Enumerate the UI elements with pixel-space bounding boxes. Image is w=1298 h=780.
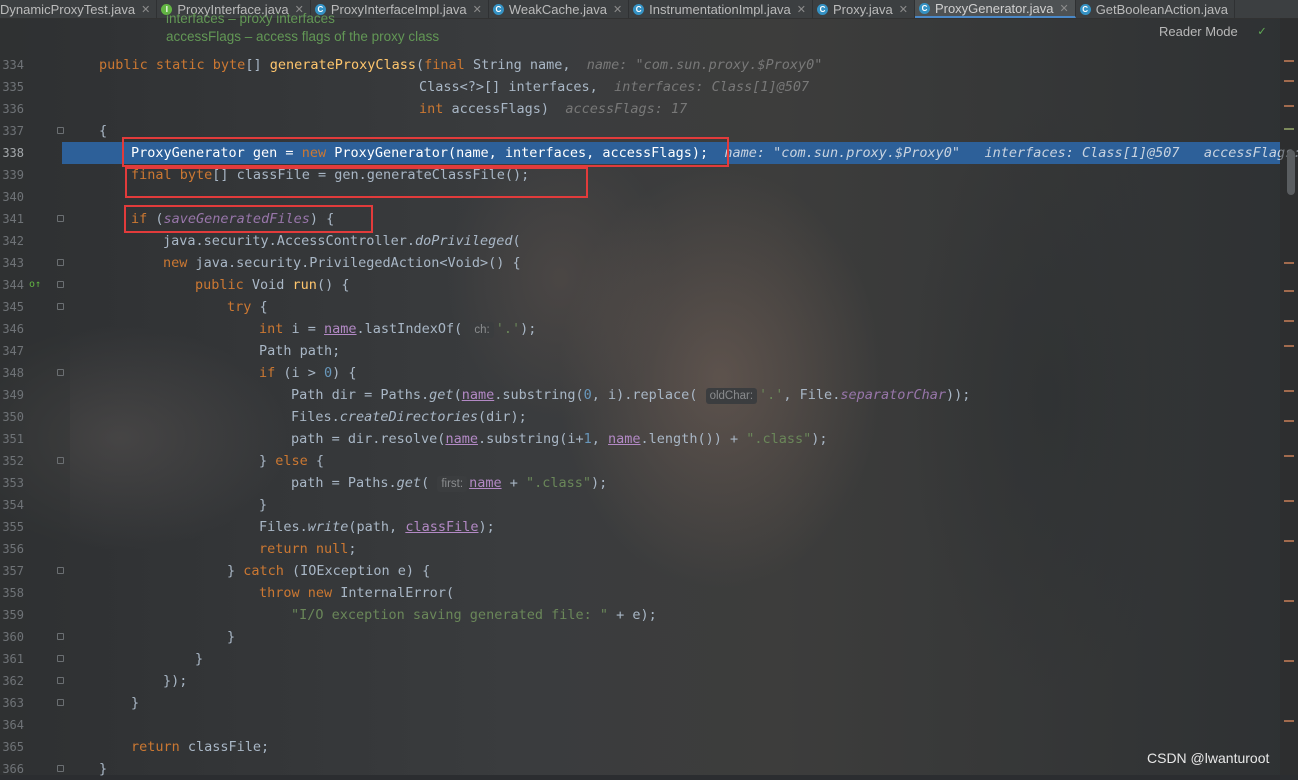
reader-mode-toggle[interactable]: Reader Mode bbox=[1159, 24, 1238, 39]
code-line-336: int accessFlags) accessFlags: 17 bbox=[419, 101, 688, 117]
code-line-343: new java.security.PrivilegedAction<Void>… bbox=[163, 255, 521, 271]
debug-value-hint: name: "com.sun.proxy.$Proxy0" bbox=[586, 57, 823, 73]
error-stripe-marker[interactable] bbox=[1284, 420, 1294, 422]
code-line-363: } bbox=[131, 695, 140, 711]
code-line-348: if (i > 0) { bbox=[259, 365, 357, 381]
code-line-361: } bbox=[195, 651, 204, 667]
code-line-345: try { bbox=[227, 299, 268, 315]
doc-text: accessFlags – access flags of the proxy … bbox=[166, 29, 440, 44]
code-line-347: Path path; bbox=[259, 343, 341, 359]
annotation-box bbox=[124, 205, 373, 233]
debug-value-hint: interfaces: Class[1]@507 bbox=[614, 79, 810, 95]
error-stripe-marker[interactable] bbox=[1284, 320, 1294, 322]
doc-comment-line: accessFlags – access flags of the proxy … bbox=[166, 26, 439, 48]
error-stripe-marker[interactable] bbox=[1284, 60, 1294, 62]
code-line-360: } bbox=[227, 629, 236, 645]
code-line-342: java.security.AccessController.doPrivile… bbox=[163, 233, 521, 249]
error-stripe-marker[interactable] bbox=[1284, 105, 1294, 107]
code-line-354: } bbox=[259, 497, 268, 513]
scrollbar-thumb[interactable] bbox=[1287, 150, 1295, 195]
error-stripe-marker[interactable] bbox=[1284, 660, 1294, 662]
code-line-358: throw new InternalError( bbox=[259, 585, 455, 601]
code-line-357: } catch (IOException e) { bbox=[227, 563, 431, 579]
code-line-337: { bbox=[99, 123, 108, 139]
doc-text: interfaces – proxy interfaces bbox=[166, 11, 335, 26]
parameter-hint: first: bbox=[437, 476, 468, 492]
error-stripe-marker[interactable] bbox=[1284, 345, 1294, 347]
code-line-362: }); bbox=[163, 673, 188, 689]
error-stripe-marker[interactable] bbox=[1284, 128, 1294, 130]
watermark: CSDN @lwanturoot bbox=[1147, 750, 1270, 766]
debug-value-hint: accessFlags: 17 bbox=[565, 101, 688, 117]
code-line-335: Class<?>[] interfaces, interfaces: Class… bbox=[419, 79, 810, 95]
code-line-352: } else { bbox=[259, 453, 325, 469]
debug-value-hint: interfaces: Class[1]@507 bbox=[984, 145, 1180, 161]
error-stripe-marker[interactable] bbox=[1284, 500, 1294, 502]
code-line-359: "I/O exception saving generated file: " … bbox=[291, 607, 657, 623]
code-line-353: path = Paths.get( first: name + ".class")… bbox=[291, 475, 608, 492]
code-line-344: public Void run() { bbox=[195, 277, 350, 293]
error-stripe-marker[interactable] bbox=[1284, 720, 1294, 722]
code-line-350: Files.createDirectories(dir); bbox=[291, 409, 527, 425]
parameter-hint: ch: bbox=[470, 322, 494, 338]
code-line-356: return null; bbox=[259, 541, 357, 557]
code-line-366: } bbox=[99, 761, 108, 777]
error-stripe-marker[interactable] bbox=[1284, 390, 1294, 392]
code-line-351: path = dir.resolve(name.substring(i+1, n… bbox=[291, 431, 828, 447]
debug-value-hint: name: "com.sun.proxy.$Proxy0" bbox=[724, 145, 961, 161]
code-line-355: Files.write(path, classFile); bbox=[259, 519, 495, 535]
error-stripe-marker[interactable] bbox=[1284, 600, 1294, 602]
error-stripe-marker[interactable] bbox=[1284, 262, 1294, 264]
annotation-box bbox=[125, 167, 588, 198]
code-line-346: int i = name.lastIndexOf( ch: '.'); bbox=[259, 321, 537, 338]
code-line-334: public static byte[] generateProxyClass(… bbox=[99, 57, 823, 73]
check-icon: ✓ bbox=[1258, 24, 1266, 39]
error-stripe-marker[interactable] bbox=[1284, 80, 1294, 82]
annotation-box bbox=[122, 137, 729, 167]
error-stripe-marker[interactable] bbox=[1284, 290, 1294, 292]
code-line-349: Path dir = Paths.get(name.substring(0, i… bbox=[291, 387, 971, 404]
error-stripe-marker[interactable] bbox=[1284, 540, 1294, 542]
parameter-hint: oldChar: bbox=[705, 388, 758, 404]
code-editor[interactable]: interfaces – proxy interfaces accessFlag… bbox=[0, 0, 1298, 777]
error-stripe-marker[interactable] bbox=[1284, 455, 1294, 457]
code-line-365: return classFile; bbox=[131, 739, 270, 755]
